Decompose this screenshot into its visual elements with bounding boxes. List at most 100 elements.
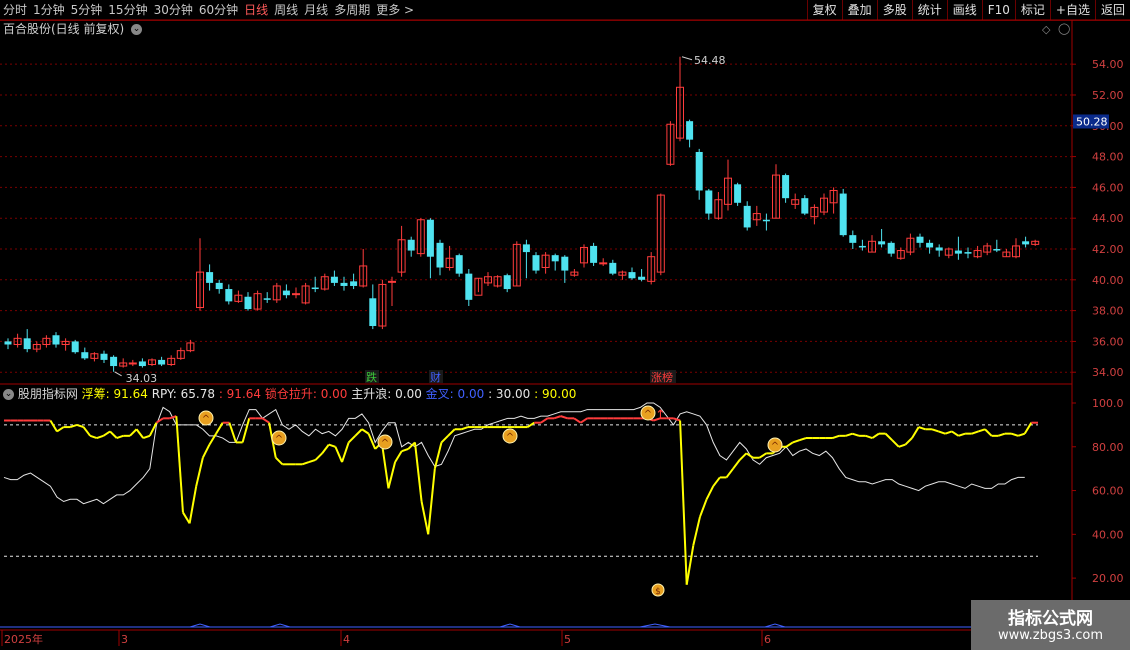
diamond-icon[interactable]: ◇ (1042, 23, 1050, 36)
chart-title-text: 百合股份(日线 前复权) (3, 22, 125, 36)
float-line-seg (228, 422, 237, 443)
candle-body-down (762, 219, 770, 222)
candle-body-down (263, 298, 271, 300)
time-label: 4 (343, 633, 350, 646)
float-line-seg (433, 442, 443, 469)
candle-body-up (42, 337, 51, 345)
candle-body-up (119, 362, 128, 367)
period-tab[interactable]: 日线 (241, 0, 271, 20)
period-tab[interactable]: 月线 (301, 0, 331, 20)
float-line-seg (394, 450, 403, 463)
candle-body-down (628, 272, 636, 279)
indicator-tick-label: 80.00 (1092, 441, 1124, 454)
toolbar-button[interactable]: 画线 (946, 0, 982, 20)
event-marker-bg (365, 370, 379, 383)
float-line-seg (76, 423, 84, 429)
candle-body-down (215, 282, 223, 290)
rise-signal-icon (502, 428, 518, 444)
rise-signal-icon (377, 434, 393, 450)
indicator-tick-label: 20.00 (1092, 572, 1124, 585)
price-tick-label: 52.00 (1092, 89, 1124, 102)
toolbar-button[interactable]: +自选 (1049, 0, 1095, 20)
candle-body-down (858, 245, 866, 248)
period-tab[interactable]: 15分钟 (105, 0, 150, 20)
candle-body-down (311, 287, 319, 290)
candle-body-up (359, 265, 368, 287)
price-tick-label: 40.00 (1092, 274, 1124, 287)
settings-circle-icon[interactable]: ◯ (1058, 22, 1070, 35)
candle-body-down (695, 151, 703, 191)
float-line-seg (109, 430, 118, 439)
price-tick-label: 48.00 (1092, 151, 1124, 164)
float-line-seg (679, 420, 688, 585)
float-line-seg (646, 417, 654, 422)
candle-body-up (599, 262, 608, 265)
period-tab[interactable]: 1分钟 (30, 0, 68, 20)
level30-label: : 30.00 (488, 387, 531, 401)
level90-label: : 90.00 (534, 387, 577, 401)
candle-body-down (916, 236, 924, 243)
period-tab[interactable]: 更多 > (373, 0, 417, 20)
watermark-title: 指标公式网 (1008, 609, 1093, 629)
candle-body-up (983, 245, 992, 253)
float-line-seg (56, 426, 65, 433)
candle-body-up (13, 337, 22, 345)
float-line-seg (268, 422, 277, 458)
candle-body-up (1002, 251, 1011, 258)
period-tab[interactable]: 5分钟 (68, 0, 106, 20)
float-line-seg (1017, 432, 1026, 437)
candle-body-up (580, 246, 588, 264)
toolbar-button[interactable]: 叠加 (841, 0, 877, 20)
main-wave-label: 主升浪: 0.00 (351, 387, 422, 401)
float-line-seg (898, 443, 906, 448)
rise-signal-icon (271, 430, 287, 446)
candle-body-down (849, 235, 857, 243)
toolbar-button[interactable]: F10 (981, 0, 1015, 20)
period-tab[interactable]: 周线 (271, 0, 301, 20)
period-tab[interactable]: 60分钟 (196, 0, 241, 20)
candle-body-down (138, 361, 146, 367)
rise-signal-glyph: ^ (644, 409, 652, 420)
candle-body-up (676, 86, 684, 139)
price-tick-label: 36.00 (1092, 335, 1124, 348)
time-label: 2025年 (4, 632, 43, 646)
indicator-name[interactable]: 股朋指标网 (18, 387, 78, 401)
toolbar-button[interactable]: 标记 (1014, 0, 1050, 20)
period-tab[interactable]: 多周期 (331, 0, 373, 20)
indicator-tick-label: 100.0 (1092, 397, 1124, 410)
candle-body-up (656, 194, 665, 273)
toolbar-button[interactable]: 复权 (806, 0, 842, 20)
toolbar-button[interactable]: 返回 (1094, 0, 1130, 20)
float-line-seg (155, 417, 164, 424)
period-tab[interactable]: 30分钟 (151, 0, 196, 20)
toolbar-button[interactable]: 统计 (911, 0, 947, 20)
candle-body-down (340, 282, 348, 286)
candle-body-up (253, 293, 262, 310)
toolbar-right-buttons: 复权 叠加 多股 统计 画线 F10 标记 +自选 返回 (806, 0, 1130, 20)
float-line-seg (792, 439, 800, 444)
rise-signal-glyph: ^ (506, 432, 514, 443)
chevron-down-icon[interactable]: ⌄ (131, 24, 143, 35)
candle-body-down (561, 256, 569, 271)
candle-body-down (158, 359, 166, 365)
candle-body-up (167, 357, 176, 366)
float-line-seg (685, 545, 695, 585)
candle-body-up (292, 293, 300, 296)
rise-signal-glyph: ^ (202, 414, 210, 425)
float-label: 浮筹: 91.64 (81, 387, 148, 401)
float-line-seg (845, 432, 853, 437)
candle-body-down (782, 175, 790, 199)
stock-chart[interactable]: 54.00 52.00 50.00 48.00 46.00 44.00 42.00 40.00… (0, 0, 1130, 650)
rise-signal-glyph: ^ (771, 441, 779, 452)
period-tab[interactable]: 分时 (0, 0, 30, 20)
candle-body-down (369, 298, 377, 327)
float-line-seg (361, 428, 370, 435)
indicator-collapse-icon[interactable]: ⌄ (3, 389, 14, 400)
toolbar-button[interactable]: 多股 (876, 0, 912, 20)
watermark: 指标公式网 www.zbgs3.com (971, 600, 1130, 650)
candle-body-up (724, 177, 732, 205)
candle-body-down (609, 262, 617, 274)
indicator-tick-label: 60.00 (1092, 485, 1124, 498)
float-line-seg (142, 434, 151, 439)
candle-body-up (714, 199, 723, 219)
